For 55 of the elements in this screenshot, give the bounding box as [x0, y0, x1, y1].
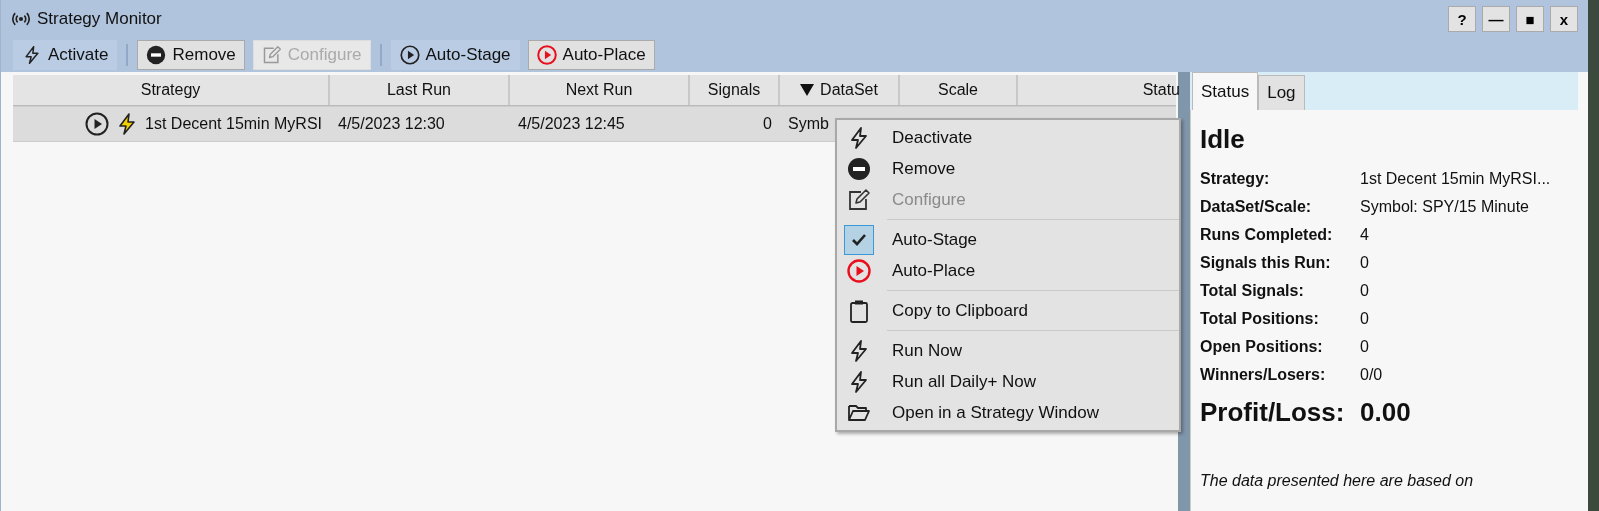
field-label: DataSet/Scale:: [1200, 198, 1313, 216]
field-value: 0: [1360, 282, 1370, 300]
field-value: Symbol: SPY/15 Minute: [1360, 198, 1530, 216]
note-text: The data presented here are based on: [1200, 472, 1475, 490]
table-cell: 0: [763, 115, 772, 133]
lightning-icon: [22, 45, 42, 65]
menu-item[interactable]: Open in a Strategy Window: [837, 397, 1179, 428]
tab[interactable]: Log: [1258, 75, 1305, 110]
status-heading: Idle: [1200, 124, 1246, 155]
toolbar-button[interactable]: Auto-Stage: [390, 40, 520, 70]
edit-icon: [847, 187, 871, 212]
window-button[interactable]: ?: [1448, 6, 1476, 32]
toolbar-button[interactable]: Activate: [13, 40, 118, 70]
toolbar-button[interactable]: Auto-Place: [527, 40, 655, 70]
menu-item[interactable]: Remove: [837, 153, 1179, 184]
field-label: Runs Completed:: [1200, 226, 1334, 244]
field-label: Total Signals:: [1200, 282, 1305, 300]
tab[interactable]: Status: [1192, 72, 1259, 110]
field-label: Strategy:: [1200, 170, 1271, 188]
column-header[interactable]: Statu: [1018, 75, 1180, 105]
edit-icon: [261, 45, 282, 65]
field-value: 1st Decent 15min MyRSI...: [1360, 170, 1552, 188]
play-icon: [399, 45, 420, 65]
sort-descending-icon: [800, 84, 815, 96]
window-title: Strategy Monitor: [37, 9, 163, 29]
minus-circle-icon: [146, 45, 167, 65]
window-button[interactable]: —: [1482, 6, 1510, 32]
table-cell: 4/5/2023 12:30: [338, 115, 445, 133]
table-cell: 4/5/2023 12:45: [518, 115, 625, 133]
menu-item[interactable]: Auto-Place: [837, 255, 1179, 286]
clipboard-icon: [847, 298, 871, 323]
minus-circle-icon: [847, 156, 871, 181]
field-value: 0: [1360, 310, 1370, 328]
field-value: 0/0: [1360, 366, 1384, 384]
table-cell: 1st Decent 15min MyRSI: [145, 115, 322, 133]
field-label: Signals this Run:: [1200, 254, 1332, 272]
field-value: 0: [1360, 254, 1370, 272]
table-cell: Symb: [788, 115, 829, 133]
field-value: 4: [1360, 226, 1370, 244]
play-icon: [847, 258, 871, 283]
play-icon: [536, 45, 557, 65]
field-value: 0: [1360, 338, 1370, 356]
field-label: Total Positions:: [1200, 310, 1320, 328]
menu-item[interactable]: Auto-Stage: [837, 224, 1179, 255]
field-label: Open Positions:: [1200, 338, 1324, 356]
field-label: Winners/Losers:: [1200, 366, 1327, 384]
menu-item[interactable]: Run all Daily+ Now: [837, 366, 1179, 397]
play-icon: [85, 112, 110, 136]
window-button[interactable]: ■: [1516, 6, 1544, 32]
menu-item[interactable]: Copy to Clipboard: [837, 295, 1179, 326]
toolbar-button[interactable]: Remove: [137, 40, 245, 70]
menu-item[interactable]: Run Now: [837, 335, 1179, 366]
window-button[interactable]: x: [1550, 6, 1578, 32]
profit-label: Profit/Loss:: [1200, 397, 1346, 428]
profit-value: 0.00: [1360, 397, 1412, 428]
